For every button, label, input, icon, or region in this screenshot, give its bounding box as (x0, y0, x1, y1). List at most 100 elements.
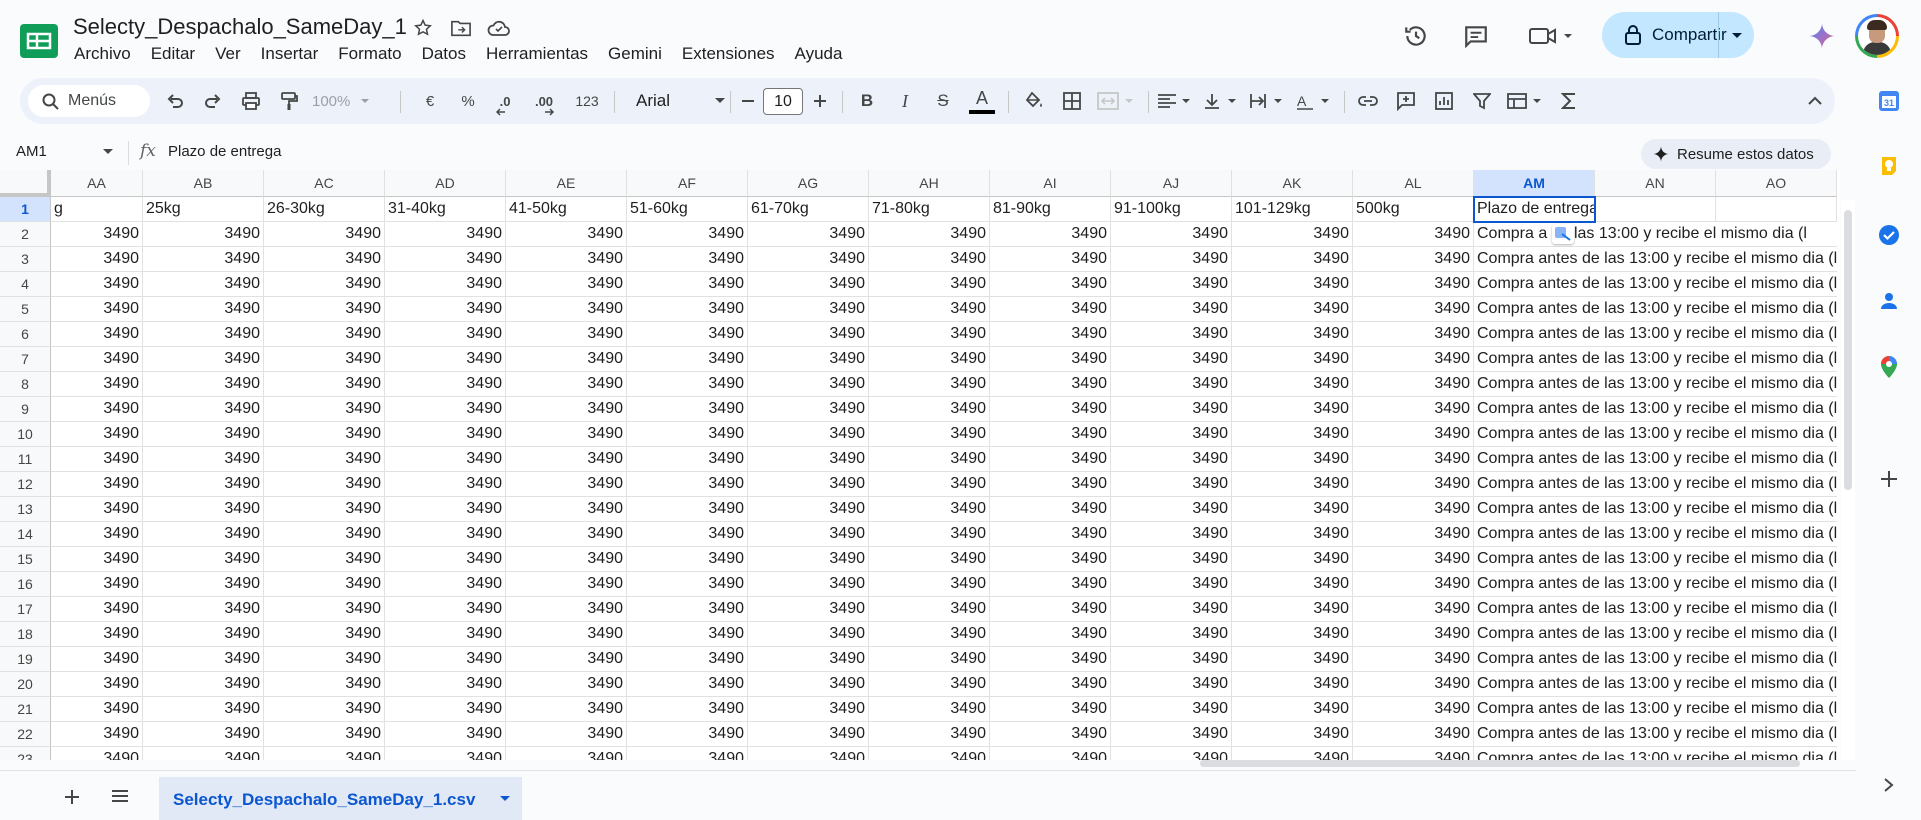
text-rotation-icon[interactable]: A (1292, 78, 1338, 124)
row-header-14[interactable]: 14 (0, 522, 51, 547)
cell-ae9[interactable]: 3490 (506, 397, 627, 422)
decrease-decimal-button[interactable]: .0 (490, 78, 520, 124)
cell-ae16[interactable]: 3490 (506, 572, 627, 597)
cell-al7[interactable]: 3490 (1353, 347, 1474, 372)
cell-ak4[interactable]: 3490 (1232, 272, 1353, 297)
cell-ae20[interactable]: 3490 (506, 672, 627, 697)
cell-ai11[interactable]: 3490 (990, 447, 1111, 472)
cell-aa23[interactable]: 3490 (51, 747, 143, 760)
cell-ag3[interactable]: 3490 (748, 247, 869, 272)
cell-ac3[interactable]: 3490 (264, 247, 385, 272)
cell-ag19[interactable]: 3490 (748, 647, 869, 672)
cell-aj22[interactable]: 3490 (1111, 722, 1232, 747)
cell-ae1[interactable]: 41-50kg (506, 197, 627, 222)
cell-af19[interactable]: 3490 (627, 647, 748, 672)
cell-am7[interactable]: Compra antes de las 13:00 y recibe el mi… (1474, 347, 1837, 372)
move-folder-icon[interactable] (448, 15, 474, 41)
row-header-4[interactable]: 4 (0, 272, 51, 297)
cell-ah6[interactable]: 3490 (869, 322, 990, 347)
row-header-16[interactable]: 16 (0, 572, 51, 597)
cell-af20[interactable]: 3490 (627, 672, 748, 697)
cell-ai17[interactable]: 3490 (990, 597, 1111, 622)
cell-ab3[interactable]: 3490 (143, 247, 264, 272)
cell-al13[interactable]: 3490 (1353, 497, 1474, 522)
cell-am2[interactable]: Compra a de las 13:00 y recibe el mismo … (1474, 222, 1837, 247)
cell-ac12[interactable]: 3490 (264, 472, 385, 497)
chevron-down-icon[interactable] (499, 795, 511, 803)
cell-ae12[interactable]: 3490 (506, 472, 627, 497)
cell-am4[interactable]: Compra antes de las 13:00 y recibe el mi… (1474, 272, 1837, 297)
cell-am14[interactable]: Compra antes de las 13:00 y recibe el mi… (1474, 522, 1837, 547)
cell-ai16[interactable]: 3490 (990, 572, 1111, 597)
cell-ah20[interactable]: 3490 (869, 672, 990, 697)
cell-aa2[interactable]: 3490 (51, 222, 143, 247)
cell-ag16[interactable]: 3490 (748, 572, 869, 597)
cell-ak16[interactable]: 3490 (1232, 572, 1353, 597)
cell-ad12[interactable]: 3490 (385, 472, 506, 497)
cell-ah11[interactable]: 3490 (869, 447, 990, 472)
cell-af6[interactable]: 3490 (627, 322, 748, 347)
cell-aj7[interactable]: 3490 (1111, 347, 1232, 372)
cell-ak8[interactable]: 3490 (1232, 372, 1353, 397)
cell-ag18[interactable]: 3490 (748, 622, 869, 647)
cell-ao1[interactable] (1716, 197, 1837, 222)
cell-aj6[interactable]: 3490 (1111, 322, 1232, 347)
cell-ab10[interactable]: 3490 (143, 422, 264, 447)
cell-ae19[interactable]: 3490 (506, 647, 627, 672)
cell-ad11[interactable]: 3490 (385, 447, 506, 472)
cell-af12[interactable]: 3490 (627, 472, 748, 497)
cell-aj14[interactable]: 3490 (1111, 522, 1232, 547)
vertical-align-icon[interactable] (1200, 78, 1244, 124)
cell-ad1[interactable]: 31-40kg (385, 197, 506, 222)
cell-ad10[interactable]: 3490 (385, 422, 506, 447)
cell-aj1[interactable]: 91-100kg (1111, 197, 1232, 222)
cell-af13[interactable]: 3490 (627, 497, 748, 522)
active-cell-selection[interactable] (1473, 196, 1596, 223)
menu-datos[interactable]: Datos (412, 43, 476, 66)
menu-gemini[interactable]: Gemini (598, 43, 672, 66)
cell-aa10[interactable]: 3490 (51, 422, 143, 447)
cell-ae14[interactable]: 3490 (506, 522, 627, 547)
cell-ag9[interactable]: 3490 (748, 397, 869, 422)
cell-ab18[interactable]: 3490 (143, 622, 264, 647)
cell-am5[interactable]: Compra antes de las 13:00 y recibe el mi… (1474, 297, 1837, 322)
cell-am9[interactable]: Compra antes de las 13:00 y recibe el mi… (1474, 397, 1837, 422)
cell-ab19[interactable]: 3490 (143, 647, 264, 672)
column-header-ac[interactable]: AC (264, 170, 385, 197)
cell-ai10[interactable]: 3490 (990, 422, 1111, 447)
cell-ae23[interactable]: 3490 (506, 747, 627, 760)
menu-herramientas[interactable]: Herramientas (476, 43, 598, 66)
tasks-icon[interactable] (1876, 222, 1902, 248)
cell-ac17[interactable]: 3490 (264, 597, 385, 622)
cell-ac18[interactable]: 3490 (264, 622, 385, 647)
row-header-17[interactable]: 17 (0, 597, 51, 622)
cell-ag13[interactable]: 3490 (748, 497, 869, 522)
cell-ai22[interactable]: 3490 (990, 722, 1111, 747)
cell-aa13[interactable]: 3490 (51, 497, 143, 522)
cell-ae4[interactable]: 3490 (506, 272, 627, 297)
row-header-10[interactable]: 10 (0, 422, 51, 447)
cell-ah16[interactable]: 3490 (869, 572, 990, 597)
cell-ac8[interactable]: 3490 (264, 372, 385, 397)
cell-ag23[interactable]: 3490 (748, 747, 869, 760)
cell-ag11[interactable]: 3490 (748, 447, 869, 472)
cell-aa9[interactable]: 3490 (51, 397, 143, 422)
row-header-9[interactable]: 9 (0, 397, 51, 422)
cell-ag1[interactable]: 61-70kg (748, 197, 869, 222)
cell-ag22[interactable]: 3490 (748, 722, 869, 747)
cell-ae7[interactable]: 3490 (506, 347, 627, 372)
cell-ad14[interactable]: 3490 (385, 522, 506, 547)
cell-ag2[interactable]: 3490 (748, 222, 869, 247)
menu-archivo[interactable]: Archivo (64, 43, 141, 66)
sheet-tab-active[interactable]: Selecty_Despachalo_SameDay_1.csv (159, 777, 522, 820)
cell-al3[interactable]: 3490 (1353, 247, 1474, 272)
cell-am21[interactable]: Compra antes de las 13:00 y recibe el mi… (1474, 697, 1837, 722)
column-header-af[interactable]: AF (627, 170, 748, 197)
cell-ab6[interactable]: 3490 (143, 322, 264, 347)
cell-ak9[interactable]: 3490 (1232, 397, 1353, 422)
column-header-ak[interactable]: AK (1232, 170, 1353, 197)
cell-al11[interactable]: 3490 (1353, 447, 1474, 472)
cell-al2[interactable]: 3490 (1353, 222, 1474, 247)
more-formats-button[interactable]: 123 (570, 78, 604, 124)
calendar-icon[interactable]: 31 (1876, 88, 1902, 114)
